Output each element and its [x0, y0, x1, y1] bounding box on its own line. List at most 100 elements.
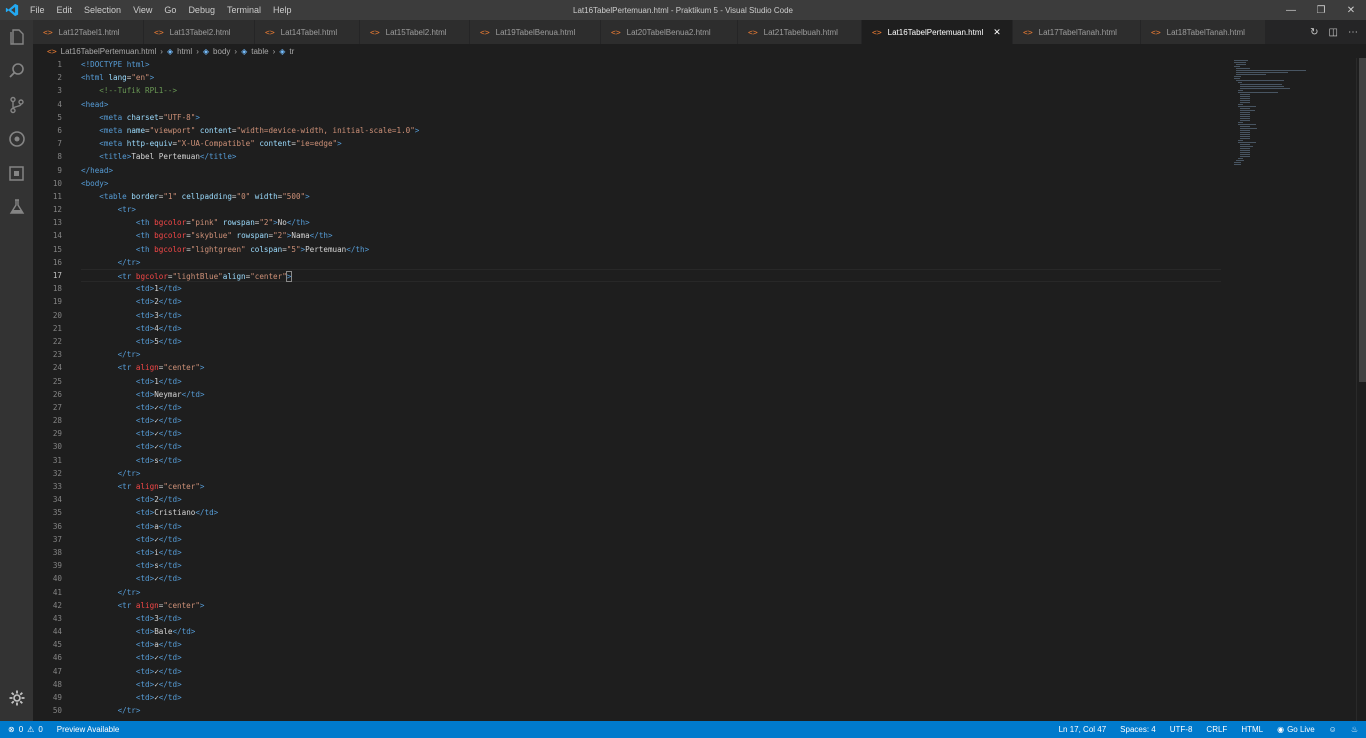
- tab-lat17[interactable]: <> Lat17TabelTanah.html: [1013, 20, 1141, 44]
- breadcrumb-tr[interactable]: tr: [289, 47, 294, 56]
- code-line[interactable]: <meta charset="UTF-8">: [81, 111, 1221, 124]
- code-line[interactable]: <!DOCTYPE html>: [81, 58, 1221, 71]
- menu-edit[interactable]: Edit: [51, 5, 79, 15]
- feedback-icon[interactable]: ☺: [1329, 725, 1337, 734]
- code-line[interactable]: <td>✓</td>: [81, 665, 1221, 678]
- close-tab-icon[interactable]: ✕: [993, 27, 1001, 38]
- code-line[interactable]: <td>✓</td>: [81, 572, 1221, 585]
- restore-icon[interactable]: ❐: [1306, 0, 1336, 20]
- code-line[interactable]: </head>: [81, 164, 1221, 177]
- extensions-icon[interactable]: [0, 156, 33, 190]
- code-line[interactable]: <tr>: [81, 203, 1221, 216]
- code-line[interactable]: <td>✓</td>: [81, 401, 1221, 414]
- split-editor-icon[interactable]: ◫: [1329, 27, 1338, 38]
- code-line[interactable]: <td>1</td>: [81, 282, 1221, 295]
- close-window-icon[interactable]: ✕: [1336, 0, 1366, 20]
- menu-terminal[interactable]: Terminal: [221, 5, 267, 15]
- scrollbar-thumb[interactable]: [1359, 58, 1366, 382]
- code-line[interactable]: <td>✓</td>: [81, 651, 1221, 664]
- preview-available[interactable]: Preview Available: [57, 725, 120, 734]
- test-flask-icon[interactable]: [0, 190, 33, 224]
- code-line[interactable]: </tr>: [81, 467, 1221, 480]
- code-line[interactable]: <td>✓</td>: [81, 533, 1221, 546]
- code-line[interactable]: <tr bgcolor="lightBlue"align="center">: [81, 269, 1221, 283]
- code-line[interactable]: <table border="1" cellpadding="0" width=…: [81, 190, 1221, 203]
- settings-gear-icon[interactable]: [0, 681, 33, 715]
- encoding[interactable]: UTF-8: [1170, 725, 1193, 734]
- code-line[interactable]: <head>: [81, 98, 1221, 111]
- code-line[interactable]: <td>✓</td>: [81, 414, 1221, 427]
- code-line[interactable]: <th bgcolor="skyblue" rowspan="2">Nama</…: [81, 229, 1221, 242]
- code-line[interactable]: <meta http-equiv="X-UA-Compatible" conte…: [81, 137, 1221, 150]
- notifications-bell-icon[interactable]: ♨: [1351, 725, 1358, 734]
- open-changes-icon[interactable]: ↻: [1310, 27, 1318, 38]
- code-line[interactable]: <td>a</td>: [81, 520, 1221, 533]
- debug-icon[interactable]: [0, 122, 33, 156]
- menu-debug[interactable]: Debug: [182, 5, 221, 15]
- code-line[interactable]: </tr>: [81, 586, 1221, 599]
- menu-view[interactable]: View: [127, 5, 158, 15]
- menu-selection[interactable]: Selection: [78, 5, 127, 15]
- code-line[interactable]: </tr>: [81, 256, 1221, 269]
- tab-lat14[interactable]: <> Lat14Tabel.html: [255, 20, 360, 44]
- code-line[interactable]: <tr align="center">: [81, 480, 1221, 493]
- code-line[interactable]: <tr align="center">: [81, 599, 1221, 612]
- code-line[interactable]: </tr>: [81, 348, 1221, 361]
- breadcrumb-table[interactable]: table: [251, 47, 268, 56]
- explorer-icon[interactable]: [0, 20, 33, 54]
- line-ending[interactable]: CRLF: [1206, 725, 1227, 734]
- vertical-scrollbar[interactable]: [1356, 58, 1366, 721]
- code-line[interactable]: <td>✓</td>: [81, 427, 1221, 440]
- code-line[interactable]: <td>✓</td>: [81, 440, 1221, 453]
- code-line[interactable]: <title>Tabel Pertemuan</title>: [81, 150, 1221, 163]
- code-line[interactable]: <td>✓</td>: [81, 678, 1221, 691]
- minimize-icon[interactable]: —: [1276, 0, 1306, 20]
- problems-indicator[interactable]: ⊗ 0 ⚠ 0: [8, 725, 43, 734]
- source-control-icon[interactable]: [0, 88, 33, 122]
- code-line[interactable]: <td>i</td>: [81, 546, 1221, 559]
- tab-lat13[interactable]: <> Lat13Tabel2.html: [144, 20, 255, 44]
- search-icon[interactable]: [0, 54, 33, 88]
- code-line[interactable]: <td>2</td>: [81, 493, 1221, 506]
- menu-go[interactable]: Go: [158, 5, 182, 15]
- code-line[interactable]: <meta name="viewport" content="width=dev…: [81, 124, 1221, 137]
- breadcrumb-body[interactable]: body: [213, 47, 230, 56]
- code-line[interactable]: </tr>: [81, 704, 1221, 717]
- tab-lat16[interactable]: <> Lat16TabelPertemuan.html ✕: [862, 20, 1013, 44]
- tab-lat18[interactable]: <> Lat18TabelTanah.html: [1141, 20, 1266, 44]
- menu-file[interactable]: File: [24, 5, 51, 15]
- code-line[interactable]: <th bgcolor="pink" rowspan="2">No</th>: [81, 216, 1221, 229]
- code-line[interactable]: <th bgcolor="lightgreen" colspan="5">Per…: [81, 243, 1221, 256]
- indentation[interactable]: Spaces: 4: [1120, 725, 1156, 734]
- code-line[interactable]: <td>Neymar</td>: [81, 388, 1221, 401]
- menu-help[interactable]: Help: [267, 5, 298, 15]
- code-line[interactable]: <td>s</td>: [81, 454, 1221, 467]
- tab-lat15[interactable]: <> Lat15Tabel2.html: [360, 20, 470, 44]
- code-line[interactable]: <td>5</td>: [81, 335, 1221, 348]
- go-live-button[interactable]: ◉ Go Live: [1277, 725, 1315, 734]
- code-line[interactable]: <!--Tufik RPL1-->: [81, 84, 1221, 97]
- tab-lat19[interactable]: <> Lat19TabelBenua.html: [470, 20, 601, 44]
- more-actions-icon[interactable]: ⋯: [1348, 27, 1358, 38]
- code-line[interactable]: <td>4</td>: [81, 322, 1221, 335]
- code-line[interactable]: <html lang="en">: [81, 71, 1221, 84]
- code-line[interactable]: <td>2</td>: [81, 295, 1221, 308]
- code-line[interactable]: <td>1</td>: [81, 375, 1221, 388]
- code-line[interactable]: <td>3</td>: [81, 612, 1221, 625]
- tab-lat12[interactable]: <> Lat12Tabel1.html: [33, 20, 144, 44]
- tab-lat21[interactable]: <> Lat21Tabelbuah.html: [738, 20, 862, 44]
- code-line[interactable]: <td>a</td>: [81, 638, 1221, 651]
- breadcrumb-file[interactable]: Lat16TabelPertemuan.html: [61, 47, 157, 56]
- code-line[interactable]: <td>Cristiano</td>: [81, 506, 1221, 519]
- code-line[interactable]: <td>✓</td>: [81, 691, 1221, 704]
- tab-lat20[interactable]: <> Lat20TabelBenua2.html: [601, 20, 738, 44]
- code-line[interactable]: <body>: [81, 177, 1221, 190]
- code-line[interactable]: <tr align="center">: [81, 361, 1221, 374]
- code-area[interactable]: <!DOCTYPE html> <html lang="en"> <!--Tufi…: [81, 58, 1221, 717]
- language-mode[interactable]: HTML: [1241, 725, 1263, 734]
- code-editor[interactable]: 1 2 3 4 5 6 7 8 9 10 11 12 13 14 15 16 17 18 19 20 21 22 23 24 2…: [33, 58, 1366, 721]
- minimap[interactable]: [1228, 58, 1348, 178]
- cursor-position[interactable]: Ln 17, Col 47: [1059, 725, 1107, 734]
- code-line[interactable]: <td>s</td>: [81, 559, 1221, 572]
- breadcrumb-html[interactable]: html: [177, 47, 192, 56]
